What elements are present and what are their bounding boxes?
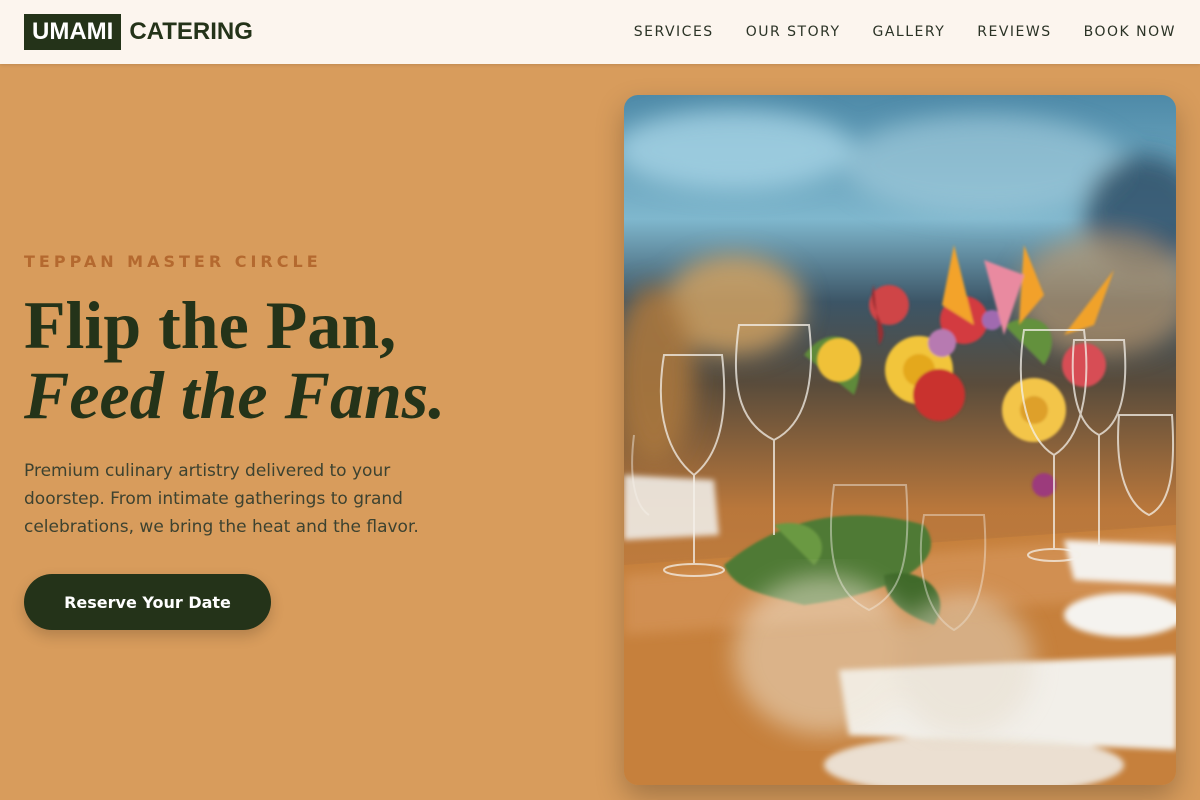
nav-book-now[interactable]: BOOK NOW bbox=[1084, 24, 1176, 40]
main-nav: SERVICES OUR STORY GALLERY REVIEWS BOOK … bbox=[634, 24, 1176, 40]
hero-image bbox=[624, 95, 1176, 785]
hero-headline: Flip the Pan, Feed the Fans. bbox=[24, 290, 604, 430]
nav-services[interactable]: SERVICES bbox=[634, 24, 714, 40]
nav-gallery[interactable]: GALLERY bbox=[873, 24, 946, 40]
logo-wordmark: CATERING bbox=[129, 18, 253, 45]
headline-line-2: Feed the Fans. bbox=[24, 357, 446, 433]
headline-line-1: Flip the Pan, bbox=[24, 287, 397, 363]
brand-logo[interactable]: UMAMI CATERING bbox=[24, 14, 253, 50]
nav-our-story[interactable]: OUR STORY bbox=[746, 24, 841, 40]
hero-description: Premium culinary artistry delivered to y… bbox=[24, 461, 419, 537]
hero-eyebrow: TEPPAN MASTER CIRCLE bbox=[24, 252, 322, 271]
site-header: UMAMI CATERING SERVICES OUR STORY GALLER… bbox=[0, 0, 1200, 64]
logo-mark: UMAMI bbox=[24, 14, 122, 50]
reserve-date-button[interactable]: Reserve Your Date bbox=[24, 574, 271, 630]
nav-reviews[interactable]: REVIEWS bbox=[977, 24, 1051, 40]
